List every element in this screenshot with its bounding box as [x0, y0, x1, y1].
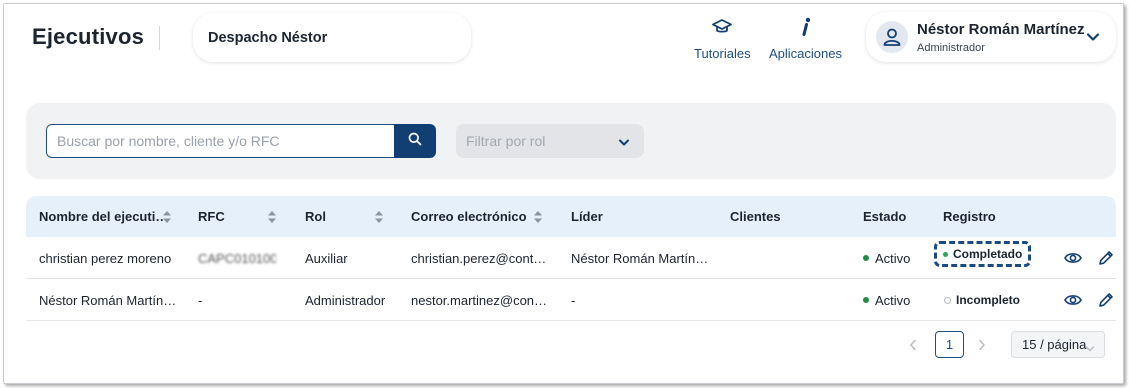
edit-icon[interactable]: [1097, 291, 1115, 312]
column-header-role[interactable]: Rol: [305, 196, 326, 237]
role-filter-placeholder: Filtrar por rol: [466, 133, 546, 149]
badge-dot: [943, 251, 948, 257]
column-header-name[interactable]: Nombre del ejecuti…: [39, 196, 168, 237]
pagination-next-icon[interactable]: [978, 338, 986, 356]
status-dot: [863, 297, 869, 303]
user-role: Administrador: [917, 42, 985, 54]
page-size-label: 15 / página: [1022, 337, 1087, 352]
cell-role: Administrador: [305, 292, 386, 308]
user-icon: [876, 21, 908, 53]
column-header-leader: Líder: [571, 209, 603, 224]
table-row[interactable]: christian perez moreno CAPC010100… Auxil…: [26, 237, 1116, 279]
sort-icon[interactable]: [374, 210, 384, 227]
chevron-down-icon: [618, 135, 630, 151]
page-title: Ejecutivos: [32, 24, 145, 49]
table-row[interactable]: Néstor Román Martín… - Administrador nes…: [26, 279, 1116, 321]
sort-icon[interactable]: [533, 210, 543, 227]
column-header-clients: Clientes: [730, 209, 781, 224]
status-badge-completado: Completado: [934, 241, 1032, 267]
app-window: Ejecutivos Despacho Néstor Tutoriales Ap…: [3, 3, 1124, 384]
graduation-cap-icon: [712, 16, 733, 38]
sort-icon[interactable]: [162, 210, 172, 227]
nav-aplicaciones[interactable]: Aplicaciones: [769, 16, 842, 61]
user-menu[interactable]: Néstor Román Martínez Administrador: [866, 12, 1116, 62]
table-header: Nombre del ejecuti… RFC Rol Correo elect…: [26, 196, 1116, 237]
status-active: Activo: [863, 279, 910, 321]
info-icon: [800, 16, 812, 38]
cell-rfc: -: [198, 292, 203, 308]
cell-email: nestor.martinez@con…: [411, 292, 548, 308]
nav-aplicaciones-label: Aplicaciones: [769, 46, 842, 61]
cell-name: Néstor Román Martín…: [39, 292, 177, 308]
column-header-registro: Registro: [943, 209, 996, 224]
sort-icon[interactable]: [267, 210, 277, 227]
user-name: Néstor Román Martínez: [917, 21, 1085, 38]
role-filter-select[interactable]: Filtrar por rol: [456, 124, 644, 158]
status-active: Activo: [863, 237, 910, 279]
nav-tutoriales[interactable]: Tutoriales: [694, 16, 751, 61]
cell-name: christian perez moreno: [39, 250, 172, 266]
title-divider: [159, 26, 160, 50]
view-icon[interactable]: [1064, 293, 1082, 310]
search-icon: [408, 132, 422, 151]
cell-leader: -: [571, 292, 576, 308]
firm-selector[interactable]: Despacho Néstor: [193, 13, 471, 62]
edit-icon[interactable]: [1097, 249, 1115, 270]
cell-rfc: CAPC010100…: [198, 250, 276, 266]
badge-dot: [944, 296, 951, 304]
column-header-status: Estado: [863, 209, 907, 224]
chevron-down-icon: [1086, 29, 1100, 47]
cell-email: christian.perez@cont…: [411, 250, 547, 266]
view-icon[interactable]: [1064, 251, 1082, 268]
nav-tutoriales-label: Tutoriales: [694, 46, 751, 61]
pagination-page-1[interactable]: 1: [935, 331, 964, 358]
cell-leader: Néstor Román Martín…: [571, 250, 709, 266]
search-button[interactable]: [394, 124, 436, 158]
page-size-select[interactable]: 15 / página: [1011, 331, 1105, 358]
executives-table: Nombre del ejecuti… RFC Rol Correo elect…: [26, 196, 1116, 321]
search-input[interactable]: [46, 124, 396, 158]
column-header-email[interactable]: Correo electrónico: [411, 196, 527, 237]
chevron-down-icon: [1085, 341, 1095, 356]
cell-role: Auxiliar: [305, 250, 348, 266]
status-badge-incompleto: Incompleto: [944, 293, 1020, 307]
column-header-rfc[interactable]: RFC: [198, 196, 225, 237]
pagination-prev-icon[interactable]: [909, 338, 917, 356]
status-dot: [863, 255, 869, 261]
